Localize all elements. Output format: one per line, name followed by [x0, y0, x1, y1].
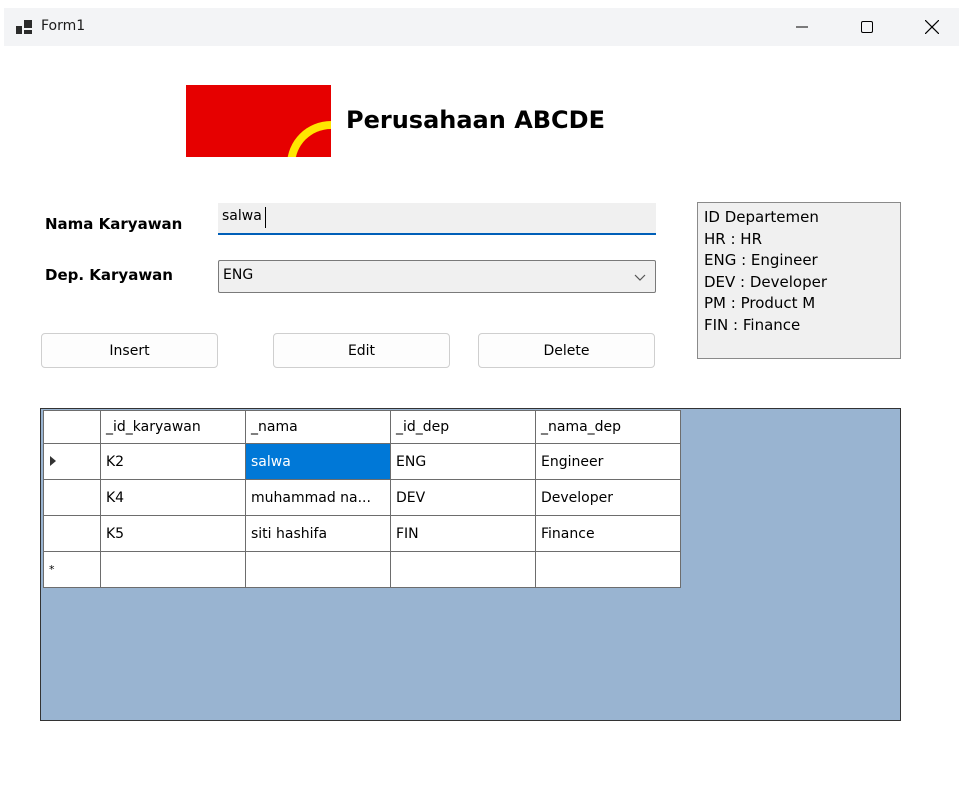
close-icon [925, 20, 939, 34]
app-icon [16, 20, 32, 34]
nama-karyawan-label: Nama Karyawan [45, 215, 183, 233]
grid-table: _id_karyawan _nama _id_dep _nama_dep K2 … [43, 410, 681, 588]
table-row: K2 salwa ENG Engineer [43, 443, 681, 480]
column-header[interactable]: _nama_dep [535, 410, 681, 444]
grid-cell[interactable]: FIN [390, 515, 536, 552]
new-row: * [43, 551, 681, 588]
minimize-icon [796, 26, 808, 28]
new-row-indicator[interactable]: * [43, 551, 101, 588]
department-info-box: ID Departemen HR : HR ENG : Engineer DEV… [697, 202, 901, 359]
dep-karyawan-label: Dep. Karyawan [45, 266, 173, 284]
grid-cell-empty[interactable] [390, 551, 536, 588]
grid-cell[interactable]: ENG [390, 443, 536, 480]
row-header[interactable] [43, 479, 101, 516]
grid-cell[interactable]: muhammad na... [245, 479, 391, 516]
info-line: FIN : Finance [704, 315, 801, 334]
grid-cell[interactable]: K5 [100, 515, 246, 552]
grid-cell-empty[interactable] [100, 551, 246, 588]
nama-karyawan-input[interactable] [218, 203, 656, 235]
grid-cell[interactable]: Developer [535, 479, 681, 516]
column-header[interactable]: _nama [245, 410, 391, 444]
dep-karyawan-select[interactable]: ENG [218, 260, 656, 293]
info-line: PM : Product M [704, 294, 816, 312]
company-title: Perusahaan ABCDE [346, 106, 605, 134]
window-title: Form1 [41, 18, 86, 34]
grid-cell[interactable]: K2 [100, 443, 246, 480]
column-header[interactable]: _id_karyawan [100, 410, 246, 444]
info-line: ID Departemen [704, 208, 819, 226]
info-line: ENG : Engineer [704, 251, 818, 269]
row-header-corner[interactable] [43, 410, 101, 444]
info-line: DEV : Developer [704, 272, 828, 291]
close-button[interactable] [909, 8, 955, 46]
grid-cell[interactable]: Engineer [535, 443, 681, 480]
current-row-arrow-icon [50, 455, 56, 466]
title-bar: Form1 [4, 8, 959, 46]
current-row-indicator[interactable] [43, 443, 101, 480]
insert-button[interactable]: Insert [41, 333, 218, 368]
chevron-down-icon [634, 274, 646, 281]
employee-data-grid[interactable]: _id_karyawan _nama _id_dep _nama_dep K2 … [40, 408, 901, 721]
column-header[interactable]: _id_dep [390, 410, 536, 444]
edit-button[interactable]: Edit [273, 333, 450, 368]
grid-cell[interactable]: siti hashifa [245, 515, 391, 552]
company-logo [186, 85, 331, 157]
text-caret [265, 207, 266, 228]
grid-cell[interactable]: DEV [390, 479, 536, 516]
delete-button[interactable]: Delete [478, 333, 655, 368]
grid-header-row: _id_karyawan _nama _id_dep _nama_dep [43, 410, 681, 444]
maximize-button[interactable] [844, 8, 890, 46]
dep-selected-value: ENG [223, 267, 254, 283]
grid-cell-empty[interactable] [535, 551, 681, 588]
minimize-button[interactable] [779, 8, 825, 46]
info-line: HR : HR [704, 229, 762, 248]
grid-cell-selected[interactable]: salwa [245, 443, 391, 480]
grid-cell-empty[interactable] [245, 551, 391, 588]
row-header[interactable] [43, 515, 101, 552]
table-row: K5 siti hashifa FIN Finance [43, 515, 681, 552]
grid-cell[interactable]: Finance [535, 515, 681, 552]
table-row: K4 muhammad na... DEV Developer [43, 479, 681, 516]
maximize-icon [861, 21, 873, 33]
grid-cell[interactable]: K4 [100, 479, 246, 516]
